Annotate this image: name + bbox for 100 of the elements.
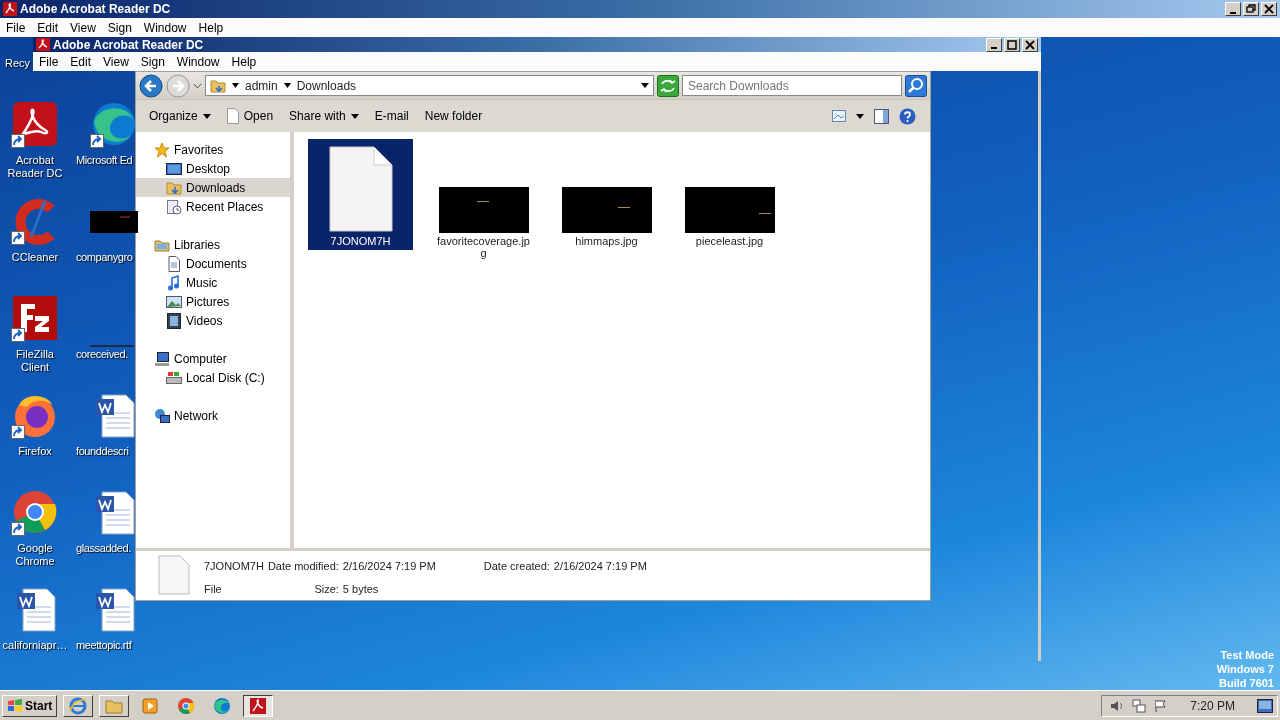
chrome-icon bbox=[11, 488, 59, 536]
maximize-icon bbox=[1006, 38, 1018, 51]
nav-item[interactable]: Network bbox=[136, 406, 290, 425]
start-button[interactable]: Start bbox=[2, 694, 58, 717]
menu-item[interactable]: View bbox=[64, 18, 102, 37]
pictures-icon bbox=[166, 293, 182, 310]
detail-value: 2/16/2024 7:19 PM bbox=[342, 559, 436, 574]
close-button[interactable] bbox=[1261, 2, 1277, 16]
desktop-icon-label[interactable]: glassadded. bbox=[76, 542, 131, 555]
window-title: Adobe Acrobat Reader DC bbox=[53, 36, 204, 54]
breadcrumb-item[interactable]: Downloads bbox=[296, 76, 357, 95]
address-bar[interactable]: admin Downloads bbox=[205, 75, 654, 96]
preview-pane-icon[interactable] bbox=[874, 108, 889, 124]
network-icon[interactable] bbox=[1132, 698, 1147, 713]
desktop-icon-label[interactable]: founddescri bbox=[76, 445, 129, 458]
menu-item[interactable]: Sign bbox=[134, 52, 171, 71]
menu-item[interactable]: Edit bbox=[64, 52, 98, 71]
minimize-button[interactable] bbox=[986, 37, 1002, 52]
view-options-icon[interactable] bbox=[832, 110, 846, 122]
desktop-icon-label[interactable]: companygro bbox=[76, 251, 133, 264]
grid-item[interactable]: pieceleast.jpg bbox=[677, 139, 782, 250]
dropdown-arrow-icon[interactable] bbox=[641, 83, 649, 88]
nav-item[interactable]: Libraries bbox=[136, 235, 290, 254]
filezilla-icon bbox=[11, 294, 59, 342]
caret-icon bbox=[283, 83, 291, 88]
back-button[interactable] bbox=[139, 73, 163, 98]
taskbar-button[interactable] bbox=[243, 694, 274, 717]
desktop-icon-label[interactable]: meettopic.rtf bbox=[76, 639, 132, 652]
nav-item[interactable]: Downloads bbox=[136, 178, 290, 197]
nav-item[interactable]: Videos bbox=[136, 311, 290, 330]
show-desktop-icon[interactable] bbox=[1257, 698, 1273, 713]
menu-item[interactable]: Window bbox=[137, 18, 193, 37]
menu-item[interactable]: View bbox=[97, 52, 135, 71]
nav-item[interactable]: Music bbox=[136, 273, 290, 292]
toolbar-button[interactable]: Organize bbox=[142, 104, 218, 128]
menu-item[interactable]: Window bbox=[170, 52, 226, 71]
close-button[interactable] bbox=[1022, 37, 1038, 52]
detail-value: 2/16/2024 7:19 PM bbox=[553, 559, 647, 574]
star-icon bbox=[154, 141, 170, 158]
file-name: 7JONOM7H bbox=[204, 559, 264, 574]
desktop-icon-label[interactable]: Microsoft Ed bbox=[76, 154, 133, 167]
nav-item[interactable]: Documents bbox=[136, 254, 290, 273]
close-icon bbox=[1024, 38, 1036, 51]
acrobat-icon bbox=[11, 100, 59, 148]
breadcrumb-item[interactable]: admin bbox=[245, 76, 278, 95]
system-notice-text: Windows 7 bbox=[1216, 662, 1274, 676]
close-icon bbox=[1263, 3, 1275, 15]
speaker-icon[interactable] bbox=[1110, 698, 1125, 713]
minimize-icon bbox=[1229, 11, 1237, 14]
grid-item[interactable]: favoritecoverage.jpg bbox=[431, 139, 536, 262]
toolbar-button[interactable]: Open bbox=[219, 104, 281, 128]
desktop-icon-label[interactable]: californiapr… bbox=[2, 639, 68, 652]
minimize-button[interactable] bbox=[1225, 2, 1241, 16]
search-field[interactable]: Search Downloads bbox=[682, 75, 902, 96]
nav-item[interactable]: Computer bbox=[136, 349, 290, 368]
desktop-icon-label[interactable]: CCleaner bbox=[11, 251, 59, 264]
toolbar-button[interactable]: New folder bbox=[417, 104, 490, 128]
nav-item[interactable]: Pictures bbox=[136, 292, 290, 311]
music-icon bbox=[166, 274, 182, 291]
window-title: Adobe Acrobat Reader DC bbox=[20, 1, 171, 18]
detail-label: Size: bbox=[313, 581, 339, 597]
nav-item[interactable]: Favorites bbox=[136, 140, 290, 159]
videos-icon bbox=[166, 312, 182, 329]
documents-icon bbox=[166, 255, 182, 272]
file-icon bbox=[226, 108, 239, 124]
desktop-icon-label[interactable]: Firefox bbox=[18, 445, 52, 458]
grid-item[interactable]: 7JONOM7H bbox=[308, 139, 413, 250]
detail-value: 5 bytes bbox=[342, 581, 380, 597]
maximize-button[interactable] bbox=[1004, 37, 1020, 52]
minimize-icon bbox=[990, 47, 998, 49]
detail-label: Date modified: bbox=[267, 559, 339, 574]
image-thumbnail-icon bbox=[90, 344, 134, 347]
search-button[interactable] bbox=[905, 74, 927, 97]
menu-item[interactable]: File bbox=[0, 18, 32, 37]
menu-item[interactable]: Help bbox=[192, 18, 230, 37]
grid-item[interactable]: himmaps.jpg bbox=[554, 139, 659, 250]
desktop-icon-label[interactable]: coreceived. bbox=[76, 348, 128, 361]
toolbar-button[interactable]: Share with bbox=[282, 104, 366, 128]
flag-icon[interactable] bbox=[1154, 698, 1169, 713]
menu-item[interactable]: Help bbox=[225, 52, 263, 71]
menu-item[interactable]: Sign bbox=[101, 18, 138, 37]
nav-item[interactable]: Desktop bbox=[136, 159, 290, 178]
system-notice-text: Build 7601 bbox=[1217, 676, 1274, 690]
restore-icon bbox=[1245, 3, 1257, 15]
system-notice-text: Test Mode bbox=[1219, 648, 1274, 662]
help-icon[interactable] bbox=[899, 107, 916, 125]
acrobat-icon bbox=[3, 2, 17, 16]
toolbar-button[interactable]: E-mail bbox=[367, 104, 416, 128]
refresh-button[interactable] bbox=[657, 74, 679, 97]
nav-item[interactable]: Local Disk (C:) bbox=[136, 368, 290, 387]
desktop-icon-label[interactable]: Acrobat Reader DC bbox=[1, 154, 69, 180]
menu-item[interactable]: File bbox=[33, 52, 65, 71]
restore-button[interactable] bbox=[1243, 2, 1259, 16]
nav-item[interactable]: Recent Places bbox=[136, 197, 290, 216]
caret-icon[interactable] bbox=[856, 113, 864, 119]
desktop-icon-label[interactable]: Google Chrome bbox=[1, 542, 69, 568]
menu-item[interactable]: Edit bbox=[31, 18, 65, 37]
recent-icon bbox=[166, 198, 182, 215]
desktop-icon-label[interactable]: FileZilla Client bbox=[1, 348, 69, 374]
edge-icon bbox=[90, 100, 138, 148]
